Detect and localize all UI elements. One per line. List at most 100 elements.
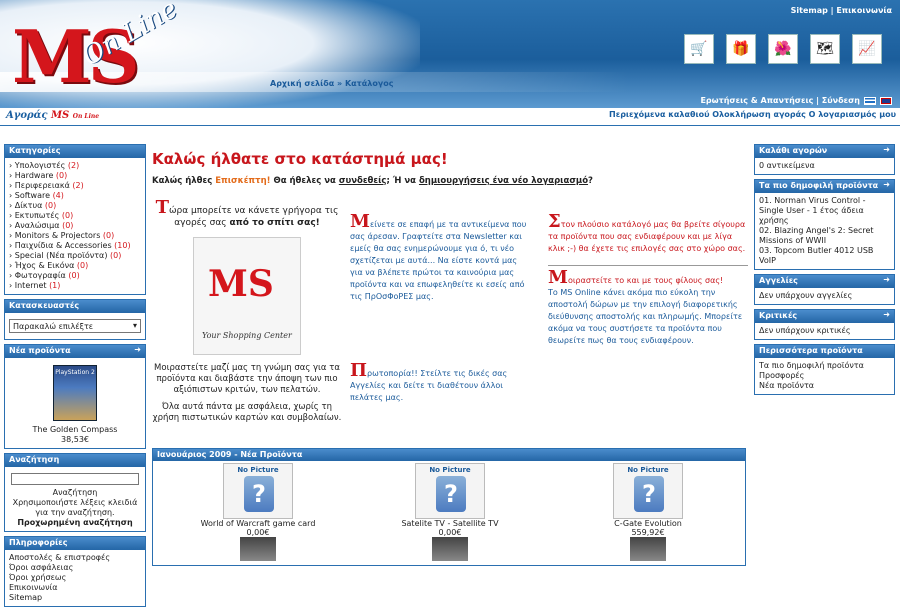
no-picture-label: No Picture [237, 466, 279, 474]
advanced-search-link[interactable]: Προχωρημένη αναζήτηση [9, 518, 141, 528]
product-name[interactable]: C-Gate Evolution [583, 519, 713, 528]
welcome-end: ? [588, 176, 593, 186]
category-link[interactable]: › Παιχνίδια & Accessories (10) [9, 241, 141, 251]
ads-text: Δεν υπάρχουν αγγελίες [759, 291, 853, 300]
ads-title-text: Αγγελίες [759, 276, 798, 285]
product-platform: PlayStation 2 [55, 369, 95, 376]
more-link[interactable]: Προσφορές [759, 371, 890, 381]
welcome-line: Καλώς ήλθες Επισκέπτη! Θα ήθελες να συνδ… [152, 176, 748, 186]
contact-link[interactable]: Επικοινωνία [836, 6, 892, 15]
category-link[interactable]: › Monitors & Projectors (0) [9, 231, 141, 241]
cart-icon[interactable]: 🛒 [684, 34, 714, 64]
arrow-right-icon[interactable]: ➜ [883, 145, 890, 154]
product-card[interactable]: No Picture? C-Gate Evolution 559,92€ [583, 463, 713, 561]
cart-title-text: Καλάθι αγορών [759, 146, 828, 155]
new-product-name[interactable]: The Golden Compass [9, 425, 141, 435]
category-name: Εκτυπωτές [14, 211, 60, 220]
chevron-down-icon: ▾ [132, 321, 137, 330]
col1-share: Μοιραστείτε μαζί μας τη γνώμη σας για τα… [154, 363, 340, 395]
categories-list: › Υπολογιστές (2) › Hardware (0) › Περιφερ… [5, 158, 145, 294]
bag-caption: Your Shopping Center [202, 331, 292, 340]
more-link[interactable]: Τα πιο δημοφιλή προϊόντα [759, 361, 890, 371]
tagline-prefix: Αγοράς [6, 110, 48, 121]
category-link[interactable]: › Hardware (0) [9, 171, 141, 181]
info-link[interactable]: Όροι χρήσεως [9, 573, 141, 583]
site-header: MS On Line Sitemap | Επικοινωνία 🛒 🎁 🌺 🗺… [0, 0, 900, 108]
faq-login-links[interactable]: Ερωτήσεις & Απαντήσεις | Σύνδεση [700, 96, 860, 105]
category-name: Monitors & Projectors [14, 231, 101, 240]
category-link[interactable]: › Φωτογραφία (0) [9, 271, 141, 281]
gifts-icon[interactable]: 🎁 [726, 34, 756, 64]
site-logo[interactable]: MS On Line [8, 0, 248, 108]
category-link[interactable]: › Δίκτυα (0) [9, 201, 141, 211]
category-name: Special (Νέα προϊόντα) [14, 251, 108, 260]
ads-box: Αγγελίες ➜ Δεν υπάρχουν αγγελίες [754, 274, 895, 305]
info-link[interactable]: Αποστολές & επιστροφές [9, 553, 141, 563]
account-links[interactable]: Περιεχόμενα καλαθιού Ολοκλήρωση αγοράς Ο… [609, 110, 896, 119]
product-name[interactable]: World of Warcraft game card [193, 519, 323, 528]
dropcap: Μ [548, 267, 568, 288]
greek-flag-icon[interactable] [864, 96, 876, 105]
dropcap: Π [350, 360, 367, 381]
col1-bold: από το σπίτι σας! [229, 218, 320, 228]
no-picture-image: No Picture? [415, 463, 485, 519]
popular-item[interactable]: 01. Norman Virus Control - Single User -… [759, 196, 890, 226]
sub-navigation: Ερωτήσεις & Απαντήσεις | Σύνδεση [700, 96, 892, 105]
manufacturers-select[interactable]: Παρακαλώ επιλέξτε ▾ [9, 319, 141, 333]
golden-compass-image[interactable]: PlayStation 2 [53, 365, 97, 421]
new-products-title: Νέα προϊόντα ➜ [5, 345, 145, 358]
category-name: Φωτογραφία [14, 271, 66, 280]
category-link[interactable]: › Περιφερειακά (2) [9, 181, 141, 191]
category-link[interactable]: › Εκτυπωτές (0) [9, 211, 141, 221]
category-name: Αναλώσιμα [14, 221, 60, 230]
product-card[interactable]: No Picture? Satelite TV - Satellite TV 0… [385, 463, 515, 561]
flower-icon[interactable]: 🌺 [768, 34, 798, 64]
category-link[interactable]: › Special (Νέα προϊόντα) (0) [9, 251, 141, 261]
cart-title: Καλάθι αγορών ➜ [755, 145, 894, 158]
chart-icon[interactable]: 📈 [852, 34, 882, 64]
product-name[interactable]: Satelite TV - Satellite TV [385, 519, 515, 528]
category-link[interactable]: › Ήχος & Εικόνα (0) [9, 261, 141, 271]
no-picture-image: No Picture? [613, 463, 683, 519]
category-count: (4) [52, 191, 64, 200]
category-count: (0) [68, 271, 80, 280]
create-account-link[interactable]: δημιουργήσεις ένα νέο λογαριασμό [419, 176, 588, 186]
col3b-text: Το MS Online κάνει ακόμα πιο εύκολη την … [548, 288, 743, 345]
category-link[interactable]: › Internet (1) [9, 281, 141, 291]
search-input[interactable] [11, 473, 139, 485]
info-link[interactable]: Sitemap [9, 593, 141, 603]
popular-item[interactable]: 02. Blazing Angel's 2: Secret Missions o… [759, 226, 890, 246]
search-label: Αναζήτηση [52, 488, 98, 497]
popular-item[interactable]: 03. Topcom Butler 4012 USB VoIP [759, 246, 890, 266]
product-thumbnail[interactable] [240, 537, 276, 561]
product-thumbnail[interactable] [630, 537, 666, 561]
col1-safe: Όλα αυτά πάντα με ασφάλεια, χωρίς τη χρή… [152, 402, 342, 423]
category-link[interactable]: › Software (4) [9, 191, 141, 201]
category-count: (0) [76, 261, 89, 270]
popular-title-text: Τα πιο δημοφιλή προϊόντα [759, 181, 879, 190]
arrow-right-icon[interactable]: ➜ [883, 275, 890, 284]
ads-title: Αγγελίες ➜ [755, 275, 894, 288]
product-thumbnail[interactable] [432, 537, 468, 561]
welcome-or: ; Ή να [386, 176, 419, 186]
sitemap-link[interactable]: Sitemap [791, 6, 828, 15]
new-products-title-text: Νέα προϊόντα [9, 346, 71, 355]
popular-box: Τα πιο δημοφιλή προϊόντα ➜ 01. Norman Vir… [754, 179, 895, 270]
category-link[interactable]: › Αναλώσιμα (0) [9, 221, 141, 231]
category-link[interactable]: › Υπολογιστές (2) [9, 161, 141, 171]
category-name: Υπολογιστές [14, 161, 66, 170]
uk-flag-icon[interactable] [880, 96, 892, 105]
arrow-right-icon[interactable]: ➜ [134, 345, 141, 354]
info-link[interactable]: Επικοινωνία [9, 583, 141, 593]
reviews-title-text: Κριτικές [759, 311, 798, 320]
welcome-prefix: Καλώς ήλθες [152, 176, 216, 186]
arrow-right-icon[interactable]: ➜ [883, 180, 890, 189]
more-link[interactable]: Νέα προϊόντα [759, 381, 890, 391]
left-column: Κατηγορίες › Υπολογιστές (2) › Hardware (… [4, 144, 146, 611]
arrow-right-icon[interactable]: ➜ [883, 310, 890, 319]
map-icon[interactable]: 🗺 [810, 34, 840, 64]
new-product-price: 38,53€ [61, 435, 89, 444]
breadcrumb[interactable]: Αρχική σελίδα » Κατάλογος [270, 79, 394, 88]
product-card[interactable]: No Picture? World of Warcraft game card … [193, 463, 323, 561]
login-link[interactable]: συνδεθείς [339, 176, 387, 186]
